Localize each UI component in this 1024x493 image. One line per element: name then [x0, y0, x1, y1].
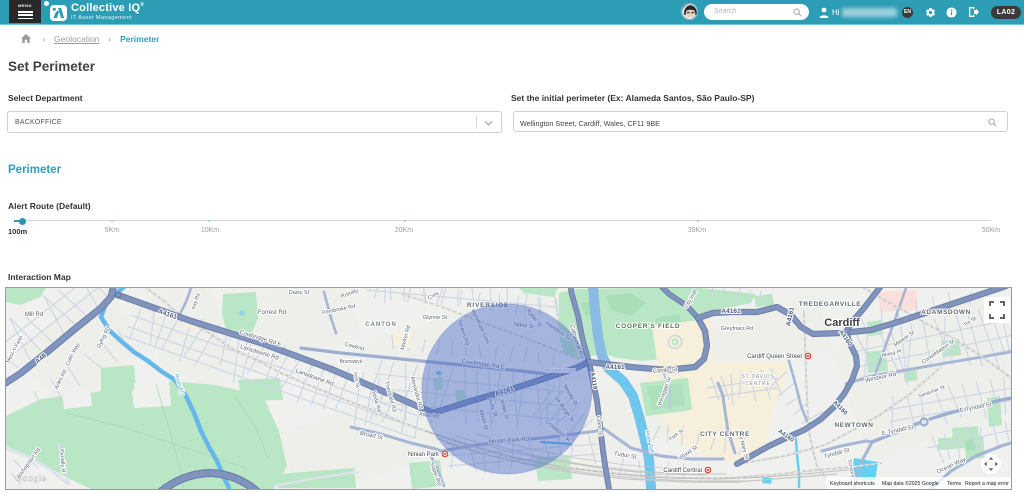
svg-text:A4161: A4161 [721, 308, 741, 315]
svg-text:ST DAVIDS: ST DAVIDS [741, 374, 774, 380]
svg-text:CENTRE: CENTRE [745, 381, 770, 387]
svg-text:A4161: A4161 [605, 364, 625, 371]
svg-text:Google: Google [15, 473, 47, 483]
svg-text:Glynne St: Glynne St [423, 315, 448, 321]
svg-text:Cardiff Queen Street: Cardiff Queen Street [747, 354, 802, 360]
svg-text:Greyfriars Rd: Greyfriars Rd [721, 326, 754, 332]
svg-text:Mill Rd: Mill Rd [25, 312, 43, 318]
svg-text:COOPER'S FIELD: COOPER'S FIELD [616, 323, 680, 330]
svg-text:Report a map error: Report a map error [965, 481, 1009, 487]
svg-text:Forrest Rd: Forrest Rd [258, 310, 286, 316]
svg-text:ADAMSDOWN: ADAMSDOWN [921, 309, 971, 316]
svg-text:Map data ©2025 Google: Map data ©2025 Google [882, 480, 939, 487]
svg-text:Cardiff: Cardiff [824, 317, 860, 329]
svg-text:NEWTOWN: NEWTOWN [834, 422, 873, 429]
svg-text:CITY CENTRE: CITY CENTRE [700, 431, 750, 438]
svg-text:Brunswick: Brunswick [340, 359, 363, 365]
svg-text:Daisy St: Daisy St [289, 290, 310, 296]
svg-text:Cardiff Central: Cardiff Central [663, 468, 702, 474]
svg-text:Ninian Park: Ninian Park [408, 452, 440, 458]
svg-text:Keyboard shortcuts: Keyboard shortcuts [830, 481, 875, 487]
svg-text:CANTON: CANTON [365, 322, 397, 328]
svg-text:Terms: Terms [947, 481, 962, 487]
svg-text:TREDEGARVILLE: TREDEGARVILLE [799, 301, 862, 308]
